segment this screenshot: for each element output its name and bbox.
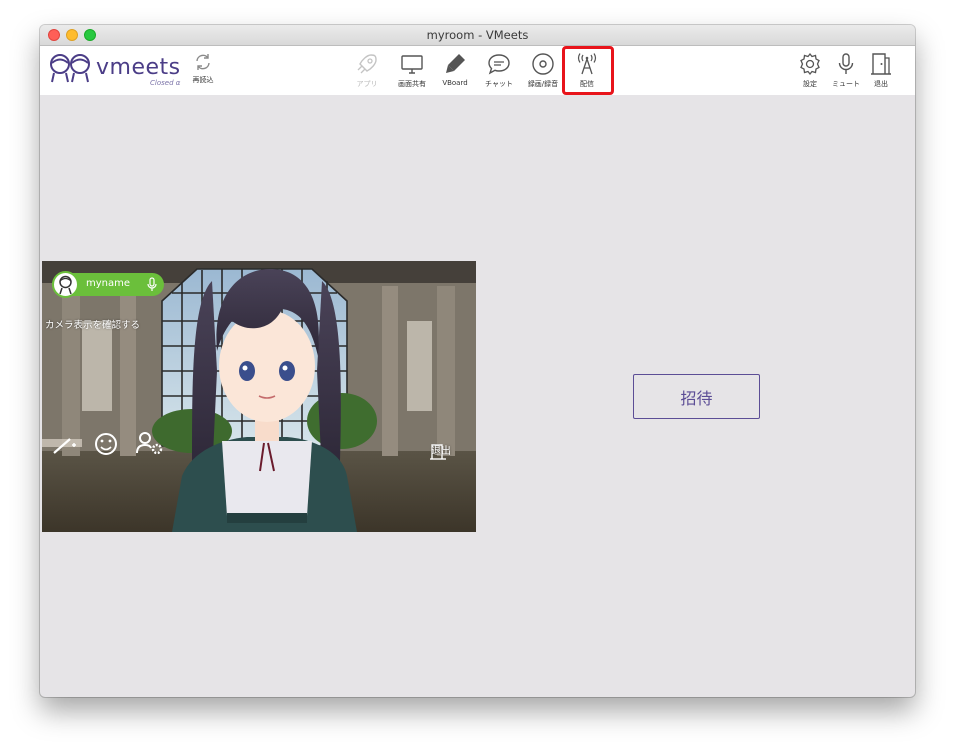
- app-label: アプリ: [356, 80, 378, 88]
- exit-button[interactable]: 退出: [859, 52, 903, 89]
- video-exit-button[interactable]: 退出: [431, 442, 451, 457]
- participant-mic-button[interactable]: [146, 277, 158, 296]
- record-label: 録画/録音: [527, 80, 559, 88]
- microphone-icon: [147, 277, 157, 291]
- emoji-button[interactable]: [94, 432, 120, 458]
- avatar-video-tile[interactable]: myname カメラ表示を確認する 退出: [42, 261, 476, 532]
- gear-icon: [800, 52, 820, 76]
- app-button[interactable]: アプリ: [345, 52, 389, 89]
- app-window: myroom - VMeets vmeets Closed α 再読込 アプリ …: [40, 25, 915, 697]
- monitor-icon: [401, 55, 423, 74]
- avatar: [52, 271, 79, 298]
- logo-text: vmeets: [96, 55, 181, 80]
- rocket-icon: [357, 54, 377, 74]
- camera-check-link[interactable]: カメラ表示を確認する: [45, 317, 140, 331]
- disc-icon: [532, 53, 554, 75]
- vboard-button[interactable]: VBoard: [433, 52, 477, 87]
- participant-name-badge: myname: [52, 271, 164, 298]
- window-title: myroom - VMeets: [426, 28, 529, 42]
- door-exit-icon: [871, 53, 891, 75]
- chat-button[interactable]: チャット: [477, 52, 521, 89]
- avatar-settings-button[interactable]: [134, 431, 164, 457]
- vmeets-logo-icon: [48, 52, 94, 90]
- screen-share-label: 画面共有: [398, 80, 426, 88]
- reload-button[interactable]: 再読込: [181, 52, 225, 85]
- screen-share-button[interactable]: 画面共有: [390, 52, 434, 89]
- participant-name: myname: [86, 278, 131, 289]
- marker-icon: [446, 54, 465, 73]
- logo-subtitle: Closed α: [150, 79, 181, 87]
- microphone-icon: [838, 53, 854, 74]
- chat-label: チャット: [485, 80, 513, 88]
- record-button[interactable]: 録画/録音: [521, 52, 565, 89]
- avatar-scene-image: [42, 261, 476, 532]
- chat-bubble-icon: [488, 54, 510, 75]
- exit-label: 退出: [874, 80, 888, 88]
- reload-label: 再読込: [192, 76, 214, 84]
- title-bar: myroom - VMeets: [40, 25, 915, 46]
- vboard-label: VBoard: [442, 79, 468, 87]
- user-avatar-icon: [59, 275, 72, 295]
- toolbar: vmeets Closed α 再読込 アプリ 画面共有 VBoard チャット…: [40, 46, 915, 95]
- broadcast-highlight-box: [562, 46, 614, 95]
- reload-icon: [196, 54, 210, 70]
- effects-button[interactable]: [47, 432, 85, 458]
- invite-button[interactable]: 招待: [633, 374, 760, 419]
